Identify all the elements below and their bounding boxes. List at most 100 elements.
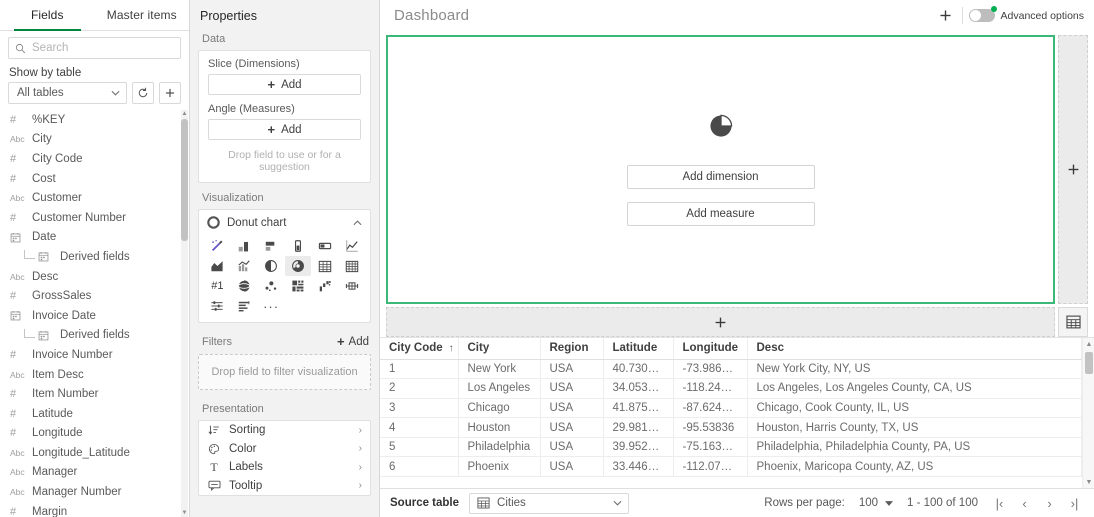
- refresh-icon[interactable]: [132, 82, 154, 104]
- table-header-city-code[interactable]: City Code ↑: [380, 338, 459, 360]
- chevron-up-icon[interactable]: [353, 219, 362, 226]
- field-item-invoice-date[interactable]: Invoice Date: [0, 306, 189, 326]
- scroll-up-arrow[interactable]: ▲: [181, 110, 188, 118]
- table-scroll-down-arrow[interactable]: ▼: [1083, 476, 1094, 488]
- table-grid-icon[interactable]: [1058, 307, 1088, 337]
- field-item-derived-fields[interactable]: Derived fields: [0, 247, 189, 267]
- treemap-icon[interactable]: [285, 276, 312, 296]
- scroll-down-arrow[interactable]: ▼: [181, 509, 188, 517]
- more-icon[interactable]: ···: [258, 296, 285, 316]
- field-item-customer[interactable]: Abc Customer: [0, 188, 189, 208]
- table-scroll-up-arrow[interactable]: ▲: [1083, 338, 1094, 350]
- presentation-row-color[interactable]: Color ›: [199, 440, 370, 459]
- add-dimension-button[interactable]: + Add: [208, 74, 361, 95]
- field-item-customer-number[interactable]: # Customer Number: [0, 208, 189, 228]
- field-item-margin[interactable]: # Margin: [0, 502, 189, 517]
- field-list-scrollbar[interactable]: ▲ ▼: [181, 110, 188, 517]
- area-chart-icon[interactable]: [204, 256, 231, 276]
- add-measure-placeholder-button[interactable]: Add measure: [626, 202, 815, 226]
- bullet-chart-icon[interactable]: [311, 236, 338, 256]
- box-plot-icon[interactable]: [204, 296, 231, 316]
- previous-page-button[interactable]: ‹: [1013, 493, 1036, 514]
- donut-chart-icon[interactable]: [284, 256, 312, 276]
- field-item-city-code[interactable]: # City Code: [0, 149, 189, 169]
- first-page-button[interactable]: |‹: [988, 493, 1011, 514]
- field-item-invoice-number[interactable]: # Invoice Number: [0, 345, 189, 365]
- table-vertical-scrollbar[interactable]: ▲ ▼: [1082, 338, 1094, 488]
- gauge-icon[interactable]: [285, 236, 312, 256]
- waterfall-icon[interactable]: [311, 276, 338, 296]
- bar-chart-horizontal-icon[interactable]: [258, 236, 285, 256]
- table-row[interactable]: 4 Houston USA 29.981501 -95.53836 Houston, Ha…: [380, 417, 1082, 438]
- field-item-derived-fields[interactable]: Derived fields: [0, 326, 189, 346]
- bar-chart-icon[interactable]: [231, 236, 258, 256]
- table-header-region[interactable]: Region: [540, 338, 604, 360]
- toggle-switch[interactable]: [968, 9, 995, 22]
- table-row[interactable]: 2 Los Angeles USA 34.053678 -118.242702 Los A…: [380, 378, 1082, 399]
- table-row[interactable]: 6 Phoenix USA 33.446768 -112.075672 Phoenix, …: [380, 456, 1082, 478]
- add-column-dropzone[interactable]: [1058, 35, 1088, 304]
- field-item-desc[interactable]: Abc Desc: [0, 267, 189, 287]
- add-field-button[interactable]: [159, 82, 181, 104]
- field-item-longitude[interactable]: # Longitude: [0, 424, 189, 444]
- table-header-longitude[interactable]: Longitude: [673, 338, 748, 360]
- field-item-grosssales[interactable]: # GrossSales: [0, 286, 189, 306]
- table-header-latitude[interactable]: Latitude: [603, 338, 674, 360]
- field-item-longitude-latitude[interactable]: Abc Longitude_Latitude: [0, 443, 189, 463]
- field-item-key[interactable]: # %KEY: [0, 110, 189, 130]
- field-item-latitude[interactable]: # Latitude: [0, 404, 189, 424]
- source-table-select[interactable]: Cities: [469, 492, 630, 514]
- table-row[interactable]: 3 Chicago USA 41.875555 -87.624421 Chicago, C…: [380, 398, 1082, 419]
- presentation-row-labels[interactable]: T Labels ›: [199, 458, 370, 477]
- magic-wand-icon[interactable]: [204, 236, 231, 256]
- field-item-item-number[interactable]: # Item Number: [0, 384, 189, 404]
- field-item-manager-number[interactable]: Abc Manager Number: [0, 482, 189, 502]
- field-item-manager[interactable]: Abc Manager: [0, 463, 189, 483]
- field-name: Desc: [32, 270, 59, 283]
- field-item-cost[interactable]: # Cost: [0, 169, 189, 189]
- advanced-options-toggle[interactable]: Advanced options: [968, 6, 1084, 22]
- table-header-desc[interactable]: Desc: [747, 338, 1082, 360]
- last-page-button[interactable]: ›|: [1063, 493, 1086, 514]
- scatter-plot-icon[interactable]: [258, 276, 285, 296]
- tab-master-items[interactable]: Master items: [95, 0, 190, 30]
- filters-add-button[interactable]: + Add: [337, 334, 369, 349]
- table-header-city[interactable]: City: [458, 338, 541, 360]
- table-scrollbar-thumb[interactable]: [1085, 352, 1093, 374]
- table-filter-select[interactable]: All tables: [8, 82, 127, 104]
- histogram-icon[interactable]: [231, 296, 258, 316]
- filters-dropzone[interactable]: Drop field to filter visualization: [198, 354, 371, 390]
- visualization-selector[interactable]: Donut chart: [199, 210, 370, 235]
- field-list[interactable]: # %KEY Abc City # City Code # Cost Abc Customer # C…: [0, 110, 189, 517]
- field-item-city[interactable]: Abc City: [0, 130, 189, 150]
- table-cell-city-code: 4: [380, 417, 459, 438]
- scrollbar-thumb[interactable]: [181, 119, 188, 241]
- field-name: Item Desc: [32, 368, 84, 381]
- next-page-button[interactable]: ›: [1038, 493, 1061, 514]
- add-measure-button[interactable]: + Add: [208, 119, 361, 140]
- pie-chart-icon[interactable]: [258, 256, 285, 276]
- add-dimension-placeholder-button[interactable]: Add dimension: [626, 165, 815, 189]
- data-table-scroll-host[interactable]: City Code ↑ City Region Latitude Longitude Des…: [380, 338, 1082, 488]
- distribution-plot-icon[interactable]: [338, 276, 365, 296]
- pivot-table-icon[interactable]: [338, 256, 365, 276]
- table-row[interactable]: 5 Philadelphia USA 39.952335 -75.163789 Phila…: [380, 437, 1082, 458]
- kpi-icon[interactable]: #1: [204, 276, 231, 296]
- table-icon[interactable]: [311, 256, 338, 276]
- field-item-item-desc[interactable]: Abc Item Desc: [0, 365, 189, 385]
- visualization-type-grid[interactable]: #1 ···: [199, 235, 370, 322]
- search-box[interactable]: [8, 37, 181, 59]
- field-item-date[interactable]: Date: [0, 228, 189, 248]
- add-sheet-button[interactable]: [931, 9, 960, 22]
- combo-chart-icon[interactable]: [231, 256, 258, 276]
- add-row-dropzone[interactable]: [386, 307, 1055, 337]
- rows-per-page-select[interactable]: 100: [855, 497, 897, 509]
- presentation-row-tooltip[interactable]: Tooltip ›: [199, 477, 370, 496]
- chart-placeholder-container[interactable]: Add dimension Add measure: [386, 35, 1055, 304]
- map-icon[interactable]: [231, 276, 258, 296]
- search-input[interactable]: [32, 42, 174, 54]
- line-chart-icon[interactable]: [338, 236, 365, 256]
- tab-fields[interactable]: Fields: [0, 0, 95, 31]
- presentation-row-sorting[interactable]: Sorting ›: [199, 421, 370, 440]
- table-row[interactable]: 1 New York USA 40.730599 -73.986581 New York …: [380, 359, 1082, 380]
